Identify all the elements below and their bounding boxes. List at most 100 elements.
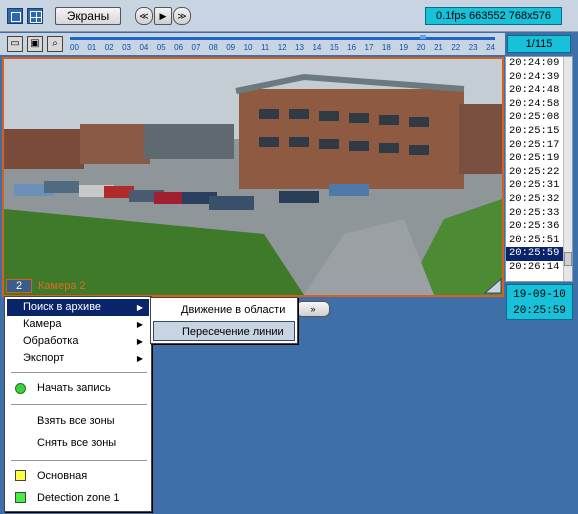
save-icon[interactable]: ▣ xyxy=(27,36,43,52)
menu-item-label: Поиск в архиве xyxy=(23,301,102,313)
timeline-ticks: 00 01 02 03 04 05 06 07 08 09 10 11 12 13 14 15 16 17 18 19… xyxy=(70,43,495,53)
scrollbar-thumb[interactable] xyxy=(564,252,572,266)
timeline-tick: 06 xyxy=(174,43,184,52)
timeline-tick: 02 xyxy=(104,43,114,52)
menu-item-zone-main[interactable]: Основная xyxy=(7,466,149,486)
next-button[interactable]: ≫ xyxy=(173,7,191,25)
time-list-item[interactable]: 20:25:22 xyxy=(506,166,564,180)
timeline-tick: 01 xyxy=(87,43,97,52)
submenu-item-motion-in-area[interactable]: Движение в области xyxy=(153,300,295,320)
timeline-tick: 15 xyxy=(329,43,339,52)
timeline-tick: 20 xyxy=(416,43,426,52)
camera-video[interactable] xyxy=(2,57,504,297)
timeline-tick: 10 xyxy=(243,43,253,52)
timeline-tick: 13 xyxy=(295,43,304,52)
menu-item-archive-search[interactable]: Поиск в архиве ▶ xyxy=(7,299,149,316)
timeline-tick: 23 xyxy=(468,43,478,52)
camera-number-badge: 2 xyxy=(6,279,32,293)
menu-separator xyxy=(11,404,147,405)
time-list-item[interactable]: 20:25:17 xyxy=(506,139,564,153)
time-list-item[interactable]: 20:24:48 xyxy=(506,84,564,98)
menu-item-label: Detection zone 1 xyxy=(37,492,120,504)
timeline-tick: 07 xyxy=(191,43,201,52)
menu-item-take-all-zones[interactable]: Взять все зоны xyxy=(7,411,149,431)
menu-item-zone-detection[interactable]: Detection zone 1 xyxy=(7,488,149,508)
timeline-tick: 19 xyxy=(399,43,409,52)
menu-item-camera[interactable]: Камера ▶ xyxy=(7,316,149,333)
time-list-item[interactable]: 20:25:51 xyxy=(506,234,564,248)
playback-nav: ≪ ▶ ≫ xyxy=(135,7,193,25)
menu-item-start-recording[interactable]: Начать запись xyxy=(7,378,149,398)
time-list-item[interactable]: 20:25:08 xyxy=(506,111,564,125)
datetime-display: 19-09-10 20:25:59 xyxy=(506,284,573,320)
camera-scene xyxy=(4,59,502,295)
frame-counter: 1/115 xyxy=(507,35,571,53)
zone-color-icon xyxy=(15,470,26,481)
menu-separator xyxy=(11,460,147,461)
menu-item-label: Камера xyxy=(23,318,62,330)
time-list-item[interactable]: 20:24:09 xyxy=(506,57,564,71)
timeline-tick: 11 xyxy=(260,43,270,52)
timeline-tick: 04 xyxy=(139,43,149,52)
submenu-arrow-icon: ▶ xyxy=(136,320,143,329)
time-list-item[interactable]: 20:25:59 xyxy=(506,247,564,261)
archive-time-list[interactable]: 20:24:09 20:24:39 20:24:48 20:24:58 20:25:08… xyxy=(505,56,573,282)
camera-label: Камера 2 xyxy=(38,280,86,292)
submenu-arrow-icon: ▶ xyxy=(136,354,143,363)
timeline-tick: 14 xyxy=(312,43,322,52)
timeline-tick: 03 xyxy=(122,43,131,52)
context-menu: Поиск в архиве ▶ Камера ▶ Обработка ▶ Эк… xyxy=(4,296,152,512)
date-text: 19-09-10 xyxy=(513,289,566,301)
play-button[interactable]: ▶ xyxy=(154,7,172,25)
time-list-item[interactable]: 20:24:58 xyxy=(506,98,564,112)
resize-grip-icon[interactable] xyxy=(484,278,502,294)
print-icon[interactable]: ▭ xyxy=(7,36,23,52)
submenu-arrow-icon: ▶ xyxy=(136,303,143,312)
time-text: 20:25:59 xyxy=(513,305,566,317)
timeline-tick: 08 xyxy=(208,43,218,52)
timeline-marker xyxy=(420,35,426,39)
menu-item-label: Взять все зоны xyxy=(37,415,115,427)
screens-button[interactable]: Экраны xyxy=(55,7,121,25)
timeline-tick: 12 xyxy=(277,43,287,52)
zone-color-icon xyxy=(15,492,26,503)
timeline-tick: 24 xyxy=(486,43,495,52)
submenu-arrow-icon: ▶ xyxy=(136,337,143,346)
timeline-ruler[interactable]: 00 01 02 03 04 05 06 07 08 09 10 11 12 13 14 15 16 17 18 19… xyxy=(70,34,495,54)
timeline-tick: 05 xyxy=(156,43,166,52)
timeline-tick: 22 xyxy=(451,43,461,52)
archive-search-submenu: Движение в области Пересечение линии xyxy=(150,297,298,344)
timeline-tick: 09 xyxy=(226,43,236,52)
time-list-item[interactable]: 20:25:31 xyxy=(506,179,564,193)
single-view-icon[interactable] xyxy=(7,8,23,24)
timeline-tick: 17 xyxy=(364,43,374,52)
time-list-item[interactable]: 20:25:32 xyxy=(506,193,564,207)
menu-item-label: Экспорт xyxy=(23,352,65,364)
zoom-icon[interactable]: ⌕ xyxy=(47,36,63,52)
timeline-tick: 00 xyxy=(70,43,79,52)
prev-button[interactable]: ≪ xyxy=(135,7,153,25)
menu-separator xyxy=(11,372,147,373)
menu-item-label: Снять все зоны xyxy=(37,437,117,449)
menu-item-label: Начать запись xyxy=(37,382,111,394)
forward-button[interactable]: » xyxy=(296,301,330,317)
stream-status: 0.1fps 663552 768x576 xyxy=(425,7,562,25)
menu-item-label: Обработка xyxy=(23,335,79,347)
time-list-item[interactable]: 20:25:15 xyxy=(506,125,564,139)
menu-item-label: Основная xyxy=(37,470,88,482)
menu-item-export[interactable]: Экспорт ▶ xyxy=(7,350,149,367)
time-list-items: 20:24:09 20:24:39 20:24:48 20:24:58 20:25:08… xyxy=(506,57,564,281)
time-list-item[interactable]: 20:25:36 xyxy=(506,220,564,234)
timeline-tick: 16 xyxy=(347,43,357,52)
timeline-tick: 21 xyxy=(433,43,443,52)
menu-item-release-all-zones[interactable]: Снять все зоны xyxy=(7,433,149,453)
grid-view-icon[interactable] xyxy=(27,8,43,24)
time-list-item[interactable]: 20:26:14 xyxy=(506,261,564,275)
time-list-item[interactable]: 20:25:33 xyxy=(506,207,564,221)
time-list-item[interactable]: 20:24:39 xyxy=(506,71,564,85)
timeline-tick: 18 xyxy=(381,43,391,52)
time-list-scrollbar[interactable] xyxy=(563,57,572,281)
time-list-item[interactable]: 20:25:19 xyxy=(506,152,564,166)
submenu-item-line-crossing[interactable]: Пересечение линии xyxy=(153,321,295,341)
menu-item-processing[interactable]: Обработка ▶ xyxy=(7,333,149,350)
